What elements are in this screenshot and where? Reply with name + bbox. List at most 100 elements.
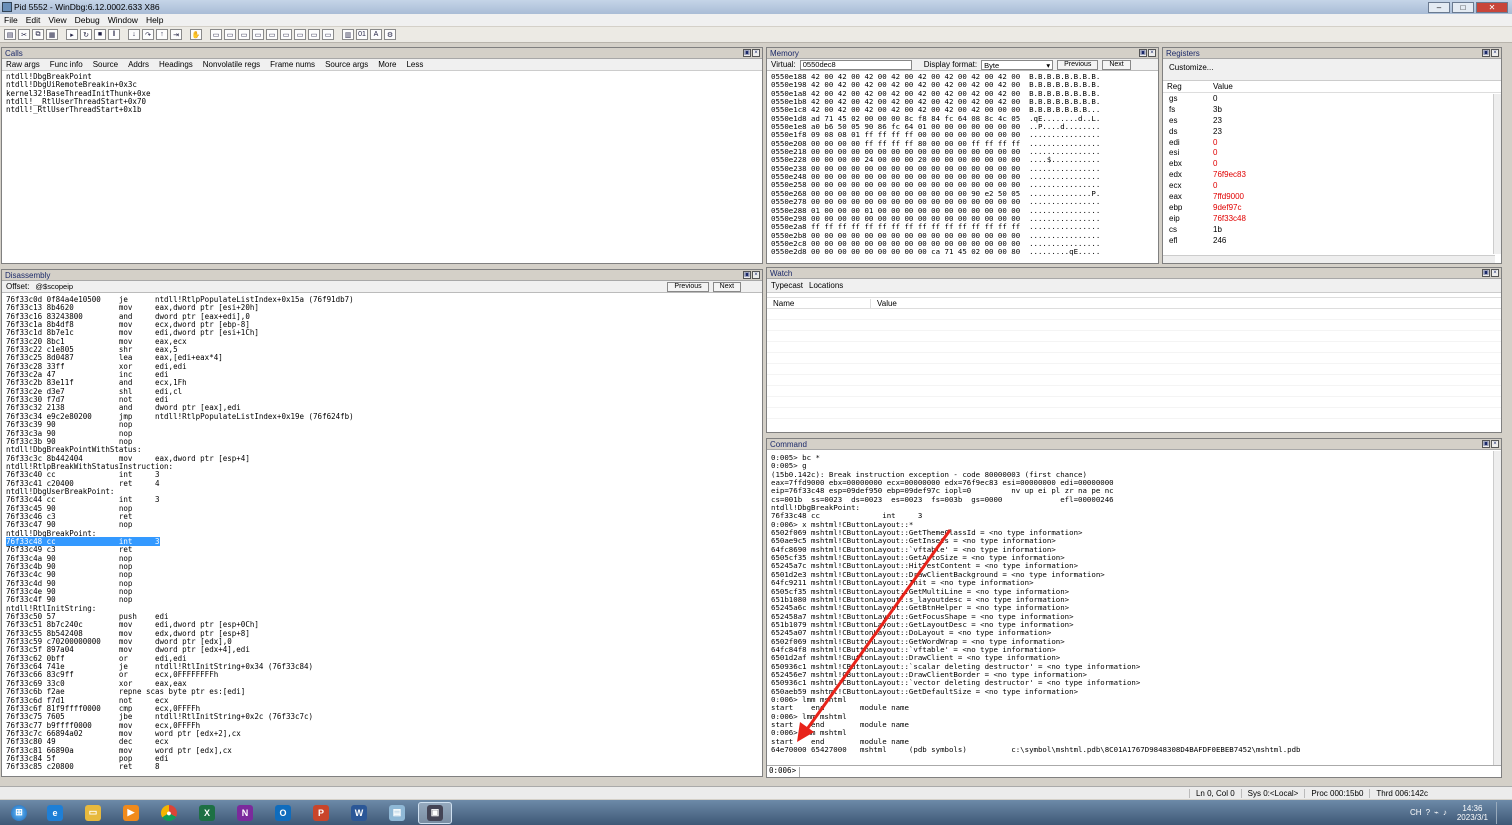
tray-volume-icon[interactable]: ♪ [1443, 808, 1447, 817]
calls-addrs-button[interactable]: Addrs [128, 60, 149, 69]
calls-less-button[interactable]: Less [406, 60, 423, 69]
memory-window-icon[interactable]: ▭ [266, 29, 278, 40]
register-row[interactable]: gs 0 [1165, 93, 1501, 104]
start-button[interactable]: ⊞ [4, 802, 34, 824]
disassembly-previous-button[interactable]: Previous [667, 281, 709, 292]
register-row[interactable]: ds 23 [1165, 126, 1501, 137]
watch-list[interactable] [767, 309, 1501, 419]
close-button[interactable]: ✕ [1476, 1, 1508, 13]
tray-language-icon[interactable]: CH [1410, 808, 1422, 817]
menu-debug[interactable]: Debug [75, 15, 100, 25]
calls-source-args-button[interactable]: Source args [325, 60, 368, 69]
taskbar-notepad[interactable]: ▤ [380, 802, 414, 824]
menu-view[interactable]: View [48, 15, 66, 25]
command-window-icon[interactable]: ▭ [210, 29, 222, 40]
pane-close-icon[interactable]: × [1148, 49, 1156, 57]
calls-headings-button[interactable]: Headings [159, 60, 193, 69]
pane-dock-icon[interactable]: ▣ [1482, 49, 1490, 57]
calls-raw-args-button[interactable]: Raw args [6, 60, 40, 69]
stop-icon[interactable]: ■ [94, 29, 106, 40]
register-row[interactable]: efl 246 [1165, 235, 1501, 246]
break-icon[interactable]: ‖ [108, 29, 120, 40]
register-row[interactable]: fs 3b [1165, 104, 1501, 115]
calls-more-button[interactable]: More [378, 60, 396, 69]
menu-help[interactable]: Help [146, 15, 163, 25]
offset-input[interactable] [33, 281, 664, 292]
cut-icon[interactable]: ✂ [18, 29, 30, 40]
copy-icon[interactable]: ⧉ [32, 29, 44, 40]
register-row[interactable]: es 23 [1165, 115, 1501, 126]
step-out-icon[interactable]: ↑ [156, 29, 168, 40]
command-input[interactable] [799, 766, 1501, 777]
processes-threads-icon[interactable]: ▭ [322, 29, 334, 40]
watch-locations-button[interactable]: Locations [809, 281, 843, 290]
font-icon[interactable]: A [370, 29, 382, 40]
register-row[interactable]: ebp 9def97c [1165, 202, 1501, 213]
memory-dump[interactable]: 0550e188 42 00 42 00 42 00 42 00 42 00 4… [767, 71, 1158, 261]
tray-network-icon[interactable]: ⌁ [1434, 808, 1439, 817]
step-over-icon[interactable]: ↷ [142, 29, 154, 40]
taskbar-outlook[interactable]: O [266, 802, 300, 824]
calls-source-button[interactable]: Source [93, 60, 118, 69]
taskbar-media[interactable]: ▶ [114, 802, 148, 824]
call-stack-list[interactable]: ntdll!DbgBreakPoint ntdll!DbgUiRemoteBre… [2, 71, 762, 261]
pane-dock-icon[interactable]: ▣ [1482, 440, 1490, 448]
register-row[interactable]: esi 0 [1165, 147, 1501, 158]
run-to-cursor-icon[interactable]: ⇥ [170, 29, 182, 40]
taskbar-windbg[interactable]: ▣ [418, 801, 452, 824]
binary-icon[interactable]: 01 [356, 29, 368, 40]
taskbar-explorer[interactable]: ▭ [76, 802, 110, 824]
pane-dock-icon[interactable]: ▣ [743, 49, 751, 57]
open-icon[interactable]: ▤ [4, 29, 16, 40]
show-desktop-button[interactable] [1496, 801, 1506, 824]
locals-window-icon[interactable]: ▭ [238, 29, 250, 40]
register-row[interactable]: ecx 0 [1165, 180, 1501, 191]
register-row[interactable]: cs 1b [1165, 224, 1501, 235]
source-mode-icon[interactable]: ▥ [342, 29, 354, 40]
taskbar-powerpoint[interactable]: P [304, 802, 338, 824]
registers-window-icon[interactable]: ▭ [252, 29, 264, 40]
disassembly-next-button[interactable]: Next [712, 281, 742, 292]
pane-dock-icon[interactable]: ▣ [743, 271, 751, 279]
command-output[interactable]: 0:005> bc * 0:005> g (15b0.142c): Break … [767, 450, 1501, 762]
command-scrollbar[interactable] [1493, 451, 1501, 765]
menu-edit[interactable]: Edit [26, 15, 41, 25]
step-into-icon[interactable]: ↓ [128, 29, 140, 40]
taskbar-excel[interactable]: X [190, 802, 224, 824]
register-row[interactable]: edi 0 [1165, 137, 1501, 148]
pane-dock-icon[interactable]: ▣ [1482, 269, 1490, 277]
pane-close-icon[interactable]: × [1491, 269, 1499, 277]
taskbar-onenote[interactable]: N [228, 802, 262, 824]
memory-next-button[interactable]: Next [1102, 59, 1131, 70]
disassembly-listing[interactable]: 76f33c0d 0f84a4e10500 je ntdll!RtlpPopul… [2, 293, 762, 774]
calls-nonvolatile-regs-button[interactable]: Nonvolatile regs [203, 60, 260, 69]
pane-close-icon[interactable]: × [1491, 440, 1499, 448]
options-icon[interactable]: ⚙ [384, 29, 396, 40]
register-row[interactable]: edx 76f9ec83 [1165, 169, 1501, 180]
taskbar-word[interactable]: W [342, 802, 376, 824]
restart-icon[interactable]: ↻ [80, 29, 92, 40]
paste-icon[interactable]: ▦ [46, 29, 58, 40]
maximize-button[interactable]: □ [1452, 1, 1474, 13]
menu-window[interactable]: Window [108, 15, 138, 25]
menu-file[interactable]: File [4, 15, 18, 25]
display-format-select[interactable]: Byte ▾ [981, 59, 1054, 70]
watch-typecast-button[interactable]: Typecast [771, 281, 803, 290]
calls-window-icon[interactable]: ▭ [280, 29, 292, 40]
registers-scrollbar[interactable] [1493, 94, 1501, 254]
pane-close-icon[interactable]: × [752, 49, 760, 57]
minimize-button[interactable]: – [1428, 1, 1450, 13]
clock[interactable]: 14:36 2023/3/1 [1457, 804, 1488, 822]
breakpoint-icon[interactable]: ✋ [190, 29, 202, 40]
register-row[interactable]: eip 76f33c48 [1165, 213, 1501, 224]
customize-button[interactable]: Customize... [1169, 63, 1213, 72]
calls-frame-nums-button[interactable]: Frame nums [270, 60, 315, 69]
registers-hscrollbar[interactable] [1163, 255, 1495, 263]
pane-close-icon[interactable]: × [752, 271, 760, 279]
register-row[interactable]: ebx 0 [1165, 158, 1501, 169]
tray-help-icon[interactable]: ? [1426, 808, 1430, 817]
pane-close-icon[interactable]: × [1491, 49, 1499, 57]
disassembly-window-icon[interactable]: ▭ [294, 29, 306, 40]
taskbar-chrome[interactable]: ● [152, 802, 186, 824]
calls-func-info-button[interactable]: Func info [50, 60, 83, 69]
